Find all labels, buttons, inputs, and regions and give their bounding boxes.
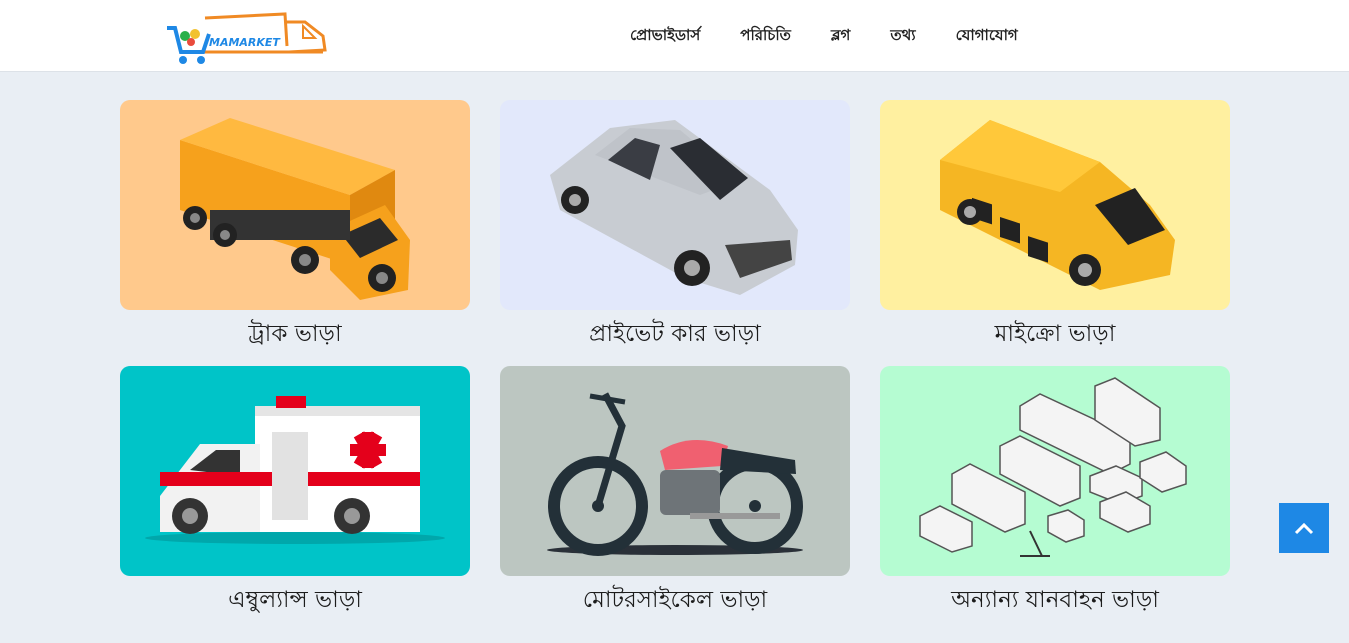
top-navbar: MAMARKET প্রোভাইডার্স পরিচিতি ব্লগ তথ্য … <box>0 0 1349 72</box>
service-card-microbus[interactable]: মাইক্রো ভাড়া <box>880 100 1230 349</box>
service-card-other-vehicles[interactable]: অন্যান্য যানবাহন ভাড়া <box>880 366 1230 615</box>
chevron-up-icon <box>1294 522 1314 535</box>
nav-info[interactable]: তথ্য <box>890 24 915 46</box>
service-card-ambulance[interactable]: এম্বুল্যান্স ভাড়া <box>120 366 470 615</box>
logo-text: MAMARKET <box>209 36 281 49</box>
service-title[interactable]: প্রাইভেট কার ভাড়া <box>500 319 850 349</box>
service-card-truck[interactable]: ট্রাক ভাড়া <box>120 100 470 349</box>
microbus-image[interactable] <box>880 100 1230 310</box>
scroll-to-top-button[interactable] <box>1279 503 1329 553</box>
nav-blog[interactable]: ব্লগ <box>831 24 850 46</box>
service-title[interactable]: এম্বুল্যান্স ভাড়া <box>120 585 470 615</box>
mamarket-logo[interactable]: MAMARKET <box>165 6 329 66</box>
ambulance-image[interactable] <box>120 366 470 576</box>
service-card-motorcycle[interactable]: মোটরসাইকেল ভাড়া <box>500 366 850 615</box>
vehicles-image[interactable] <box>880 366 1230 576</box>
motorcycle-image[interactable] <box>500 366 850 576</box>
service-title[interactable]: ট্রাক ভাড়া <box>120 319 470 349</box>
service-title[interactable]: মোটরসাইকেল ভাড়া <box>500 585 850 615</box>
nav-providers[interactable]: প্রোভাইডার্স <box>630 24 700 46</box>
nav-contact[interactable]: যোগাযোগ <box>956 24 1018 46</box>
service-title[interactable]: অন্যান্য যানবাহন ভাড়া <box>880 585 1230 615</box>
service-card-car[interactable]: প্রাইভেট কার ভাড়া <box>500 100 850 349</box>
car-image[interactable] <box>500 100 850 310</box>
main-nav: প্রোভাইডার্স পরিচিতি ব্লগ তথ্য যোগাযোগ <box>630 24 1058 46</box>
truck-image[interactable] <box>120 100 470 310</box>
nav-about[interactable]: পরিচিতি <box>740 24 791 46</box>
service-title[interactable]: মাইক্রো ভাড়া <box>880 319 1230 349</box>
